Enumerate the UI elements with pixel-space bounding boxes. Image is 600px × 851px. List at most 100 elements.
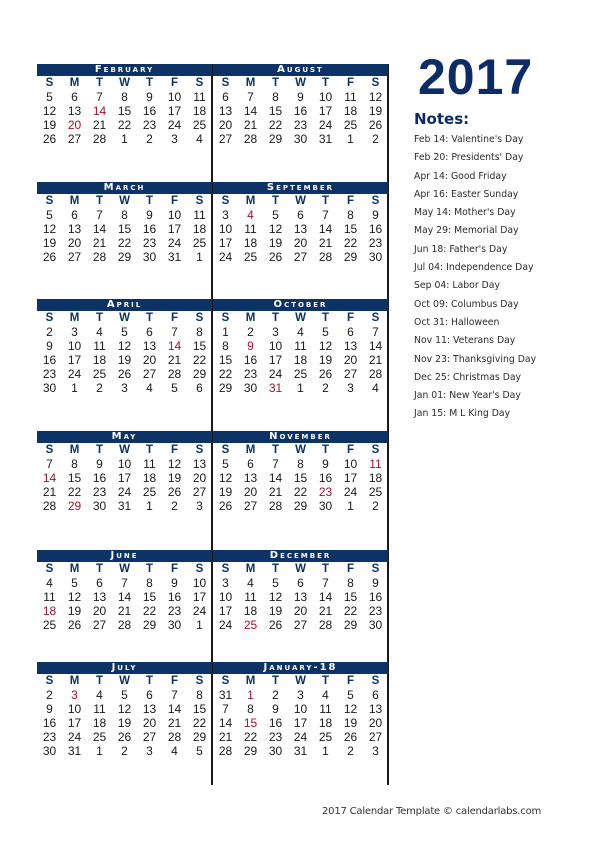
- date-cell: 29: [243, 744, 258, 758]
- date-cell: 20: [243, 485, 258, 499]
- weekday-label: T: [95, 77, 104, 89]
- date-cell: 29: [268, 132, 283, 146]
- date-cell: 21: [318, 604, 333, 618]
- date-cell: 11: [294, 339, 307, 353]
- date-cell: 25: [92, 367, 107, 381]
- date-cell: 15: [192, 702, 207, 716]
- date-cell: 29: [218, 381, 233, 395]
- date-cell: 4: [247, 576, 254, 590]
- date-cell: 19: [42, 118, 57, 132]
- date-cell: 19: [268, 604, 283, 618]
- note-item: Nov 11: Veterans Day: [414, 335, 516, 347]
- weekday-label: F: [170, 563, 179, 575]
- weekday-label: T: [271, 563, 280, 575]
- date-cell: 13: [67, 222, 82, 236]
- date-cell: 6: [146, 325, 153, 339]
- date-cell: 26: [343, 730, 358, 744]
- date-cell: 19: [67, 604, 82, 618]
- month-header: September: [213, 182, 388, 194]
- note-item: Jan 01: New Year's Day: [414, 390, 521, 402]
- date-cell: 19: [368, 104, 383, 118]
- date-cell: 22: [142, 604, 157, 618]
- weekday-label: S: [371, 77, 380, 89]
- date-cell: 13: [343, 339, 358, 353]
- weekday-label: W: [295, 563, 306, 575]
- date-cell: 26: [268, 250, 283, 264]
- date-cell: 28: [218, 744, 233, 758]
- date-cell: 19: [167, 471, 182, 485]
- footer-credit: 2017 Calendar Template © calendarlabs.co…: [322, 806, 542, 817]
- weekday-label: F: [346, 195, 355, 207]
- weekday-label: T: [95, 563, 104, 575]
- day-grid: S M T W T F S 7 8 9 10 11 12 13 14 15 16 17 18 19 20 21 22 23 24…: [37, 443, 212, 513]
- date-cell: 13: [243, 471, 258, 485]
- weekday-label: M: [69, 312, 80, 324]
- date-cell: 25: [92, 730, 107, 744]
- date-cell: 8: [121, 208, 128, 222]
- date-cell: 12: [167, 457, 182, 471]
- date-cell: 9: [46, 339, 53, 353]
- date-cell: 2: [272, 688, 279, 702]
- date-cell: 27: [192, 485, 207, 499]
- date-cell: 4: [196, 132, 203, 146]
- weekday-label: F: [346, 444, 355, 456]
- weekday-label: T: [321, 312, 330, 324]
- date-cell: 31: [293, 744, 308, 758]
- date-cell: 18: [293, 353, 308, 367]
- weekday-label: F: [346, 77, 355, 89]
- date-cell: 13: [142, 702, 157, 716]
- weekday-label: W: [295, 312, 306, 324]
- weekday-label: M: [245, 195, 256, 207]
- date-cell: 30: [268, 744, 283, 758]
- weekday-label: M: [245, 77, 256, 89]
- holiday-date: 18: [42, 604, 57, 618]
- date-cell: 12: [343, 702, 358, 716]
- date-cell: 8: [71, 457, 78, 471]
- date-cell: 3: [222, 208, 229, 222]
- date-cell: 24: [117, 485, 132, 499]
- date-cell: 22: [293, 485, 308, 499]
- date-cell: 27: [92, 618, 107, 632]
- note-item: May 29: Memorial Day: [414, 225, 519, 237]
- weekday-label: T: [145, 563, 154, 575]
- date-cell: 27: [368, 730, 383, 744]
- weekday-label: F: [170, 195, 179, 207]
- note-item: Oct 09: Columbus Day: [414, 298, 519, 310]
- date-cell: 25: [142, 485, 157, 499]
- date-cell: 17: [67, 353, 82, 367]
- date-cell: 10: [167, 208, 182, 222]
- date-cell: 8: [196, 325, 203, 339]
- weekday-label: S: [221, 312, 230, 324]
- date-cell: 6: [222, 90, 229, 104]
- date-cell: 17: [268, 353, 283, 367]
- notes-list: Feb 14: Valentine's Day Feb 20: President…: [414, 131, 536, 424]
- weekday-label: S: [45, 675, 54, 687]
- date-cell: 22: [243, 730, 258, 744]
- holiday-date: 15: [243, 716, 258, 730]
- date-cell: 2: [372, 499, 379, 513]
- date-cell: 26: [218, 499, 233, 513]
- date-cell: 2: [146, 132, 153, 146]
- date-cell: 7: [222, 702, 229, 716]
- note-item: Sep 04: Labor Day: [414, 280, 500, 292]
- date-cell: 25: [343, 118, 358, 132]
- note-item: Feb 20: Presidents' Day: [414, 152, 524, 164]
- date-cell: 17: [117, 471, 132, 485]
- weekday-label: W: [295, 675, 306, 687]
- date-cell: 8: [196, 688, 203, 702]
- date-cell: 17: [167, 104, 182, 118]
- holiday-date: 20: [67, 118, 82, 132]
- weekday-label: S: [371, 563, 380, 575]
- weekday-label: S: [195, 444, 204, 456]
- date-cell: 23: [268, 730, 283, 744]
- weekday-label: S: [221, 444, 230, 456]
- date-cell: 5: [272, 576, 279, 590]
- date-cell: 14: [243, 104, 258, 118]
- date-cell: 25: [192, 118, 207, 132]
- date-cell: 30: [142, 250, 157, 264]
- date-cell: 23: [42, 730, 57, 744]
- date-cell: 30: [92, 499, 107, 513]
- weekday-label: T: [271, 312, 280, 324]
- date-cell: 16: [368, 222, 383, 236]
- date-cell: 23: [167, 604, 182, 618]
